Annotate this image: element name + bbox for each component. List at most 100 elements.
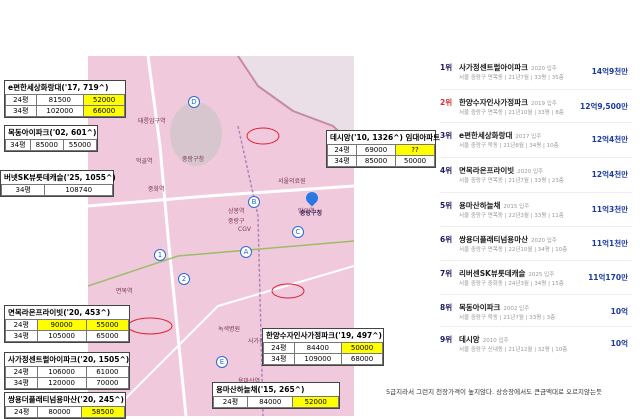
marker-c[interactable]: C (292, 226, 304, 238)
price-box: 목동아이파크('02, 601^) 34평 85000 55000 (4, 125, 98, 152)
map-label: 상봉역 (228, 208, 245, 215)
table-cell: 66000 (83, 105, 125, 117)
table-row: 24평 84400 50000 (263, 342, 383, 354)
table-row: 24평 106000 61000 (5, 366, 130, 378)
table-cell: 108740 (44, 184, 113, 196)
table-row: 34평 109000 68000 (263, 353, 383, 365)
marker-e[interactable]: E (216, 356, 228, 368)
map-label: 중화역 (148, 186, 165, 193)
marker-2[interactable]: 2 (178, 273, 190, 285)
map-label: 먹골역 (136, 158, 153, 165)
price-table: 24평 84400 50000 34평 109000 68000 (263, 342, 383, 365)
table-row: 34평 120000 70000 (5, 377, 130, 389)
price-box-title: 면목라온프라이빗('20, 453^) (5, 306, 129, 319)
price-box-title: 목동아이파크('02, 601^) (5, 126, 97, 139)
ranking-item[interactable]: 2위 한양수자인사가정파크 2019 입주 서울 중랑구 면목동 | 21년10월 |… (440, 89, 632, 121)
apartment-name-text: 데시앙 (459, 335, 480, 344)
move-in-year: 2010 입주 (482, 338, 509, 344)
price-table: 24평 84000 52000 (213, 396, 339, 408)
table-cell: 34평 (5, 377, 38, 389)
move-in-year: 2017 입주 (515, 134, 542, 140)
apartment-name-text: 한양수자인사가정파크 (459, 98, 528, 107)
map-label: 녹색병원 (218, 326, 241, 333)
apartment-name: 한양수자인사가정파크 2019 입주 (459, 97, 557, 108)
rank-number: 2위 (440, 98, 453, 107)
table-cell: 24평 (263, 342, 295, 354)
ranking-item[interactable]: 5위 용마산하늘채 2015 입주 서울 중랑구 면목동 | 22년3월 | 33평 … (440, 192, 632, 224)
apartment-name: 데시앙 2010 입주 (459, 334, 509, 345)
map-label: 중랑구 (228, 218, 245, 225)
apartment-name: 목동아이파크 2002 입주 (459, 302, 529, 313)
table-cell: 61000 (85, 366, 130, 378)
rank-number: 1위 (440, 63, 453, 72)
table-row: 34평 85000 50000 (326, 155, 435, 167)
move-in-year: 2015 입주 (503, 204, 530, 210)
apartment-name-text: 면목라온프라이빗 (459, 166, 515, 175)
table-cell: 55000 (85, 319, 130, 331)
apartment-name: 쌍용더플래티넘용마산 2020 입주 (459, 234, 557, 245)
price-value: 11억170만 (588, 273, 628, 282)
table-cell: 52000 (83, 94, 125, 106)
table-row: 34평 105000 65000 (5, 330, 130, 342)
marker-d[interactable]: D (188, 96, 200, 108)
ranking-item[interactable]: 6위 쌍용더플래티넘용마산 2020 입주 서울 중랑구 면목동 | 22년10월 |… (440, 226, 632, 258)
table-row: 34평 102000 66000 (5, 105, 125, 117)
price-value: 10억 (610, 339, 628, 348)
table-row: 24평 84000 52000 (213, 396, 339, 408)
price-box: 한양수자인사가정파크('19, 497^) 24평 84400 50000 34평 109… (262, 328, 384, 366)
apartment-detail: 서울 중랑구 면목동 | 21년7월 | 33평 | 35층 (459, 75, 564, 81)
apartment-detail: 서울 중랑구 신내동 | 21년12월 | 32평 | 10층 (459, 347, 568, 353)
table-cell: 69000 (356, 144, 397, 156)
price-table: 34평 108740 (0, 184, 113, 196)
move-in-year: 2020 입주 (531, 66, 557, 72)
apartment-name-text: 리버센SK뷰롯데캐슬 (459, 269, 526, 278)
table-cell: 81500 (35, 94, 85, 106)
apartment-detail: 서울 중랑구 묵동 | 21년8월 | 34평 | 10층 (459, 143, 559, 149)
ranking-item[interactable]: 3위 e편한세상화랑대 2017 입주 서울 중랑구 묵동 | 21년8월 | 34평… (440, 122, 632, 154)
marker-b[interactable]: B (248, 196, 260, 208)
ranking-item[interactable]: 8위 목동아이파크 2002 입주 서울 중랑구 묵동 | 21년7월 | 33평 |… (440, 294, 632, 326)
table-cell: 109000 (293, 353, 343, 365)
table-cell: 84400 (293, 342, 343, 354)
price-box-title: e편한세상화랑대('17, 719^) (5, 81, 125, 94)
divider (440, 260, 632, 261)
price-box-title: 용마산하늘채('15, 265^) (213, 383, 339, 396)
table-cell: 34평 (263, 353, 295, 365)
divider (440, 89, 632, 90)
apartment-name: 사가정센트럴아이파크 2020 입주 (459, 62, 557, 73)
price-value: 12억4천만 (591, 135, 628, 144)
marker-1[interactable]: 1 (154, 249, 166, 261)
divider (440, 226, 632, 227)
apartment-name-text: e편한세상화랑대 (459, 131, 513, 140)
table-cell: 50000 (395, 155, 435, 167)
table-cell: 85000 (29, 139, 64, 151)
rank-number: 6위 (440, 235, 453, 244)
price-box: 쌍용더플래티넘용마산('20, 245^) 24평 80000 58500 (4, 392, 126, 419)
move-in-year: 2002 입주 (503, 306, 530, 312)
map-label: 태릉입구역 (138, 118, 166, 125)
table-cell: 34평 (5, 139, 31, 151)
table-cell: 120000 (36, 377, 87, 389)
table-row: 24평 90000 55000 (5, 319, 130, 331)
move-in-year: 2020 입주 (531, 238, 557, 244)
table-cell: 102000 (35, 105, 85, 117)
marker-a[interactable]: A (240, 246, 252, 258)
price-box: 면목라온프라이빗('20, 453^) 24평 90000 55000 34평 10500… (4, 305, 130, 343)
ranking-item[interactable]: 9위 데시앙 2010 입주 서울 중랑구 신내동 | 21년12월 | 32평 | … (440, 326, 632, 358)
ranking-item[interactable]: 7위 리버센SK뷰롯데캐슬 2025 입주 서울 중랑구 중화동 | 24년3월 | … (440, 260, 632, 292)
table-cell: 34평 (5, 105, 37, 117)
price-box: e편한세상화랑대('17, 719^) 24평 81500 52000 34평 10200… (4, 80, 126, 118)
table-cell: 105000 (36, 330, 87, 342)
ranking-item[interactable]: 4위 면목라온프라이빗 2020 입주 서울 중랑구 면목동 | 21년7월 | 33… (440, 157, 632, 189)
move-in-year: 2020 입주 (517, 169, 544, 175)
price-box: 데시앙('10, 1326^) 임대아파트 24평 69000?? 34평 85000 5… (326, 130, 440, 168)
price-box-title: 쌍용더플래티넘용마산('20, 245^) (5, 393, 125, 406)
price-box: 사가정센트럴아이파크('20, 1505^) 24평 106000 61000 34평 1… (4, 352, 130, 390)
apartment-name: 리버센SK뷰롯데캐슬 2025 입주 (459, 268, 554, 279)
pin-label: 중랑구청 (300, 210, 323, 217)
table-cell: 34평 (326, 155, 358, 167)
map-label: 서울의료원 (278, 178, 306, 185)
apartment-name-text: 사가정센트럴아이파크 (459, 63, 528, 72)
table-row: 24평 81500 52000 (5, 94, 125, 106)
ranking-item[interactable]: 1위 사가정센트럴아이파크 2020 입주서울 중랑구 면목동 | 21년7월 | … (440, 62, 632, 86)
